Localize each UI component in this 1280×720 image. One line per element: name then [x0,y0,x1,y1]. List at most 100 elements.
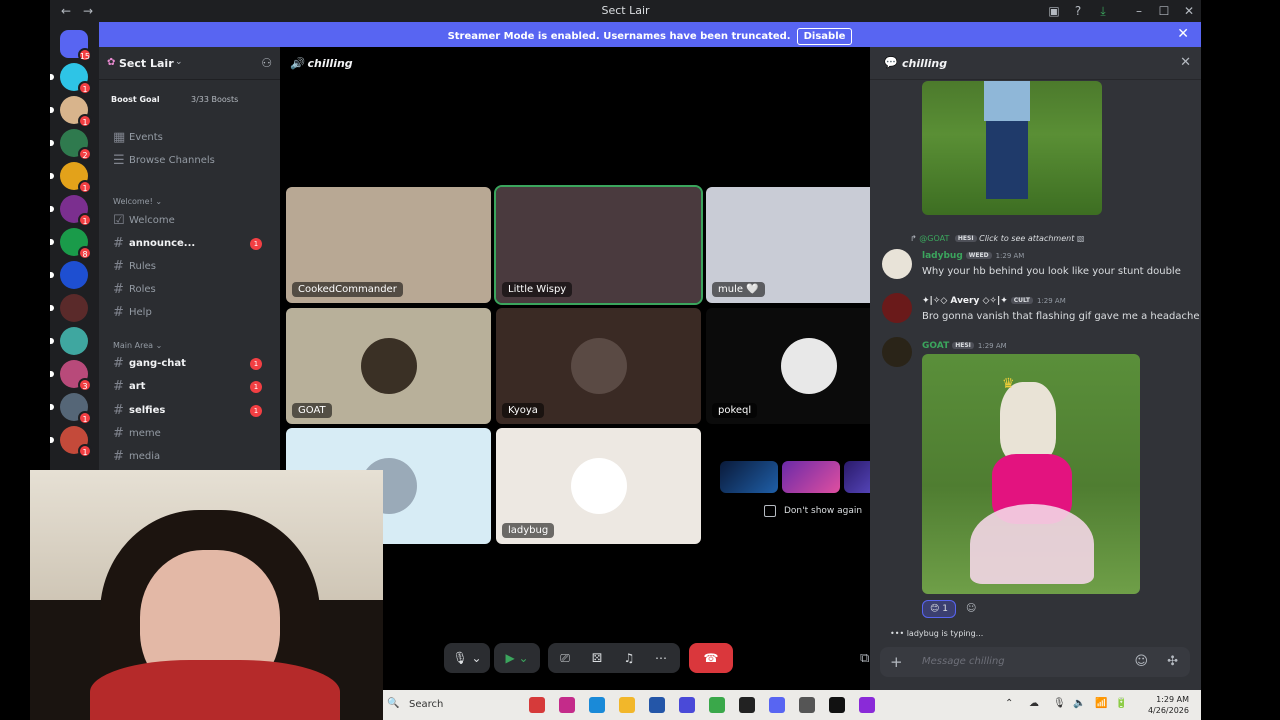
avatar [570,338,627,394]
server-icon[interactable] [50,294,88,322]
unread-pill [50,239,54,245]
server-icon[interactable]: 1 [50,393,92,425]
server-icon[interactable]: 15 [60,30,92,62]
edge-icon[interactable] [589,697,605,713]
server-icon[interactable]: 1 [50,63,92,95]
battery-icon[interactable]: 🔋 [1115,698,1127,709]
maximize-icon[interactable]: ☐ [1156,3,1172,19]
channel-item[interactable]: # gang-chat 1 [109,354,274,374]
server-icon[interactable]: 2 [50,129,92,161]
avatar[interactable] [882,249,912,279]
taskbar-search[interactable]: 🔍 Search [387,695,527,715]
store-icon[interactable] [649,697,665,713]
close-window-icon[interactable]: ✕ [1181,3,1197,19]
server-icon[interactable]: 8 [50,228,92,260]
activity-thumbnail[interactable] [782,461,840,493]
taskbar-app-icon[interactable] [559,697,575,713]
unread-pill [50,404,54,410]
microphone-icon[interactable]: 🎙 [1053,698,1066,709]
screen-share-icon[interactable]: ⎚ [554,643,576,673]
guild-header[interactable]: ✿ Sect Lair ⌄ ⚇ [99,47,280,80]
minimize-icon[interactable]: – [1131,3,1147,19]
help-icon[interactable]: ? [1070,3,1086,19]
tray-chevron-icon[interactable]: ⌃ [1005,698,1013,709]
close-icon[interactable]: ✕ [1180,55,1191,70]
discord-icon[interactable] [679,697,695,713]
message-author[interactable]: ladybug WEED 1:29 AM [922,251,1024,261]
participant-tile[interactable]: Kyoya [496,308,701,424]
inbox-icon[interactable]: ▣ [1046,3,1062,19]
discord-active-icon[interactable] [769,697,785,713]
server-icon[interactable] [50,261,88,289]
category-main-area[interactable]: Main Area ⌄ [113,341,162,350]
chat-icon: 💬 [884,56,898,69]
boost-goal[interactable]: Boost Goal 3/33 Boosts [107,91,267,109]
disconnect-button[interactable]: ☎ [689,643,733,673]
channel-item[interactable]: # Help [109,303,274,323]
participant-tile[interactable]: GOAT [286,308,491,424]
server-icon[interactable]: 1 [50,96,92,128]
server-icon[interactable] [50,327,88,355]
disable-button[interactable]: Disable [796,28,853,45]
activities-icon[interactable]: ⚄ [586,643,608,673]
reaction-button[interactable]: 😊 1 [922,600,956,618]
obs-icon[interactable] [739,697,755,713]
taskbar-app-icon[interactable] [529,697,545,713]
activity-thumbnail[interactable] [720,461,778,493]
dont-show-label: Don't show again [784,506,863,516]
plus-icon[interactable]: + [890,653,903,671]
close-icon[interactable]: ✕ [1177,26,1189,42]
participant-tile[interactable]: Little Wispy [494,185,703,305]
events-item[interactable]: ▦ Events [109,128,274,148]
folder-icon[interactable] [619,697,635,713]
channel-item[interactable]: # media [109,447,274,467]
server-icon[interactable]: 3 [50,360,92,392]
channel-item[interactable]: # selfies 1 [109,401,274,421]
channel-item[interactable]: # Roles [109,280,274,300]
message-author[interactable]: ✦|✧◇ Avery ◇✧|✦ CULT 1:29 AM [922,296,1066,306]
avatar[interactable] [882,337,912,367]
category-welcome[interactable]: Welcome! ⌄ [113,197,162,206]
server-icon[interactable]: 1 [50,195,92,227]
tray-icon[interactable]: ☁ [1029,698,1039,709]
more-icon[interactable]: ⋯ [650,643,672,673]
boost-count: 3/33 Boosts [191,95,239,104]
media-player-icon[interactable] [829,697,845,713]
channel-item[interactable]: ☑ Welcome [109,211,274,231]
chrome-icon[interactable] [709,697,725,713]
dont-show-checkbox[interactable] [764,505,776,517]
channel-item[interactable]: # Rules [109,257,274,277]
goat-gif-attachment[interactable]: ♛ [922,354,1140,594]
wifi-icon[interactable]: 📶 [1095,698,1107,709]
taskbar-app-icon[interactable] [859,697,875,713]
apps-icon[interactable]: ✣ [1167,654,1178,669]
message-author[interactable]: GOAT HESI 1:29 AM [922,341,1007,351]
attachment-image[interactable] [922,81,1102,215]
add-member-icon[interactable]: ⚇ [261,56,272,70]
channel-item[interactable]: # art 1 [109,377,274,397]
volume-icon[interactable]: 🔈 [1073,698,1085,709]
avatar[interactable] [882,293,912,323]
soundboard-icon[interactable]: ♫ [618,643,640,673]
crown-icon: ♛ [1002,376,1015,392]
microphone-button[interactable]: 🎙 ⌄ [444,643,490,673]
message-input[interactable]: Message chilling [922,656,1005,667]
taskbar-clock[interactable]: 1:29 AM 4/26/2026 [1148,694,1189,716]
participant-tile[interactable]: CookedCommander [286,187,491,303]
camera-app-icon[interactable] [799,697,815,713]
camera-button[interactable]: ▶ ⌄ [494,643,540,673]
hash-icon: # [113,356,124,371]
unread-badge: 1 [250,238,262,250]
message-composer[interactable]: + Message chilling ☺ ✣ [880,647,1190,677]
popout-icon[interactable]: ⧉ [860,651,869,666]
add-reaction-icon[interactable]: ☺ [966,603,976,614]
channel-item[interactable]: # announce... 1 [109,234,274,254]
participant-tile[interactable]: ladybug [496,428,701,544]
server-icon[interactable]: 1 [50,426,92,458]
emoji-icon[interactable]: ☺ [1134,654,1148,669]
channel-item[interactable]: # meme [109,424,274,444]
download-icon[interactable]: ⤓ [1095,3,1111,19]
reply-preview[interactable]: ↱ @GOAT HESI Click to see attachment ▧ [910,234,1084,243]
browse-channels-item[interactable]: ☰ Browse Channels [109,151,274,171]
server-icon[interactable]: 1 [50,162,92,194]
